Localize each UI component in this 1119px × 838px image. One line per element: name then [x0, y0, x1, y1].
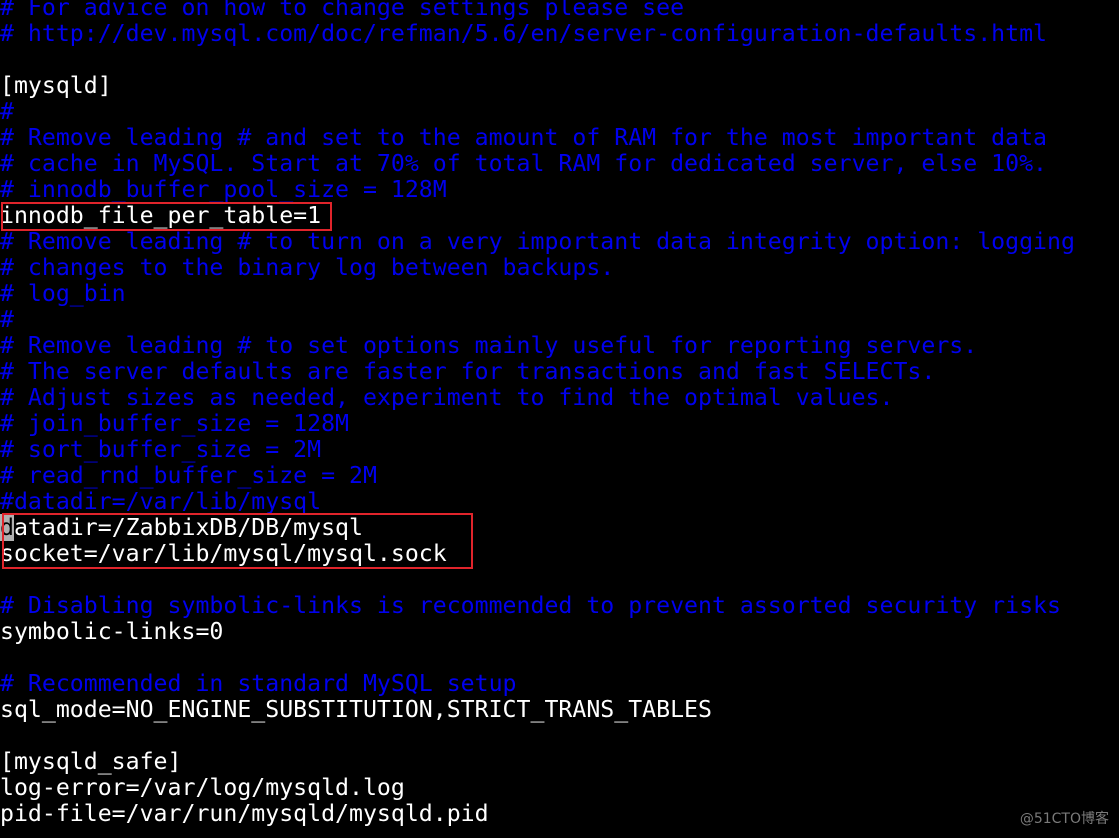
comment-line: # Remove leading # to set options mainly…	[0, 332, 978, 359]
config-line: sql_mode=NO_ENGINE_SUBSTITUTION,STRICT_T…	[0, 696, 712, 723]
config-line: [mysqld_safe]	[0, 748, 182, 775]
comment-line: # innodb_buffer_pool_size = 128M	[0, 176, 447, 203]
config-line: pid-file=/var/run/mysqld/mysqld.pid	[0, 800, 489, 827]
config-line	[0, 47, 1119, 73]
config-line	[0, 567, 1119, 593]
comment-line: # For advice on how to change settings p…	[0, 0, 685, 21]
comment-line: # Remove leading # and set to the amount…	[0, 124, 1048, 151]
comment-line: # cache in MySQL. Start at 70% of total …	[0, 150, 1048, 177]
comment-line: # Adjust sizes as needed, experiment to …	[0, 384, 894, 411]
comment-line: # join_buffer_size = 128M	[0, 410, 350, 437]
comment-line: # read_rnd_buffer_size = 2M	[0, 462, 377, 489]
comment-line: #datadir=/var/lib/mysql	[0, 488, 322, 515]
config-line: log-error=/var/log/mysqld.log	[0, 774, 405, 801]
comment-line: # log_bin	[0, 280, 126, 307]
config-line: symbolic-links=0	[0, 618, 224, 645]
innodb-file-per-table-highlight	[1, 202, 332, 231]
comment-line: # Remove leading # to turn on a very imp…	[0, 228, 1075, 255]
watermark: @51CTO博客	[1019, 811, 1109, 827]
config-line: [mysqld]	[0, 72, 112, 99]
datadir-socket-highlight	[2, 513, 473, 569]
terminal-editor[interactable]: # For advice on how to change settings p…	[0, 0, 1119, 827]
config-line	[0, 645, 1119, 671]
comment-line: # The server defaults are faster for tra…	[0, 358, 936, 385]
comment-line: #	[0, 306, 14, 333]
config-line	[0, 723, 1119, 749]
comment-line: # Recommended in standard MySQL setup	[0, 670, 517, 697]
comment-line: #	[0, 98, 14, 125]
comment-line: # Disabling symbolic-links is recommende…	[0, 592, 1061, 619]
comment-line: # sort_buffer_size = 2M	[0, 436, 322, 463]
comment-line: # changes to the binary log between back…	[0, 254, 615, 281]
comment-line: # http://dev.mysql.com/doc/refman/5.6/en…	[0, 20, 1048, 47]
